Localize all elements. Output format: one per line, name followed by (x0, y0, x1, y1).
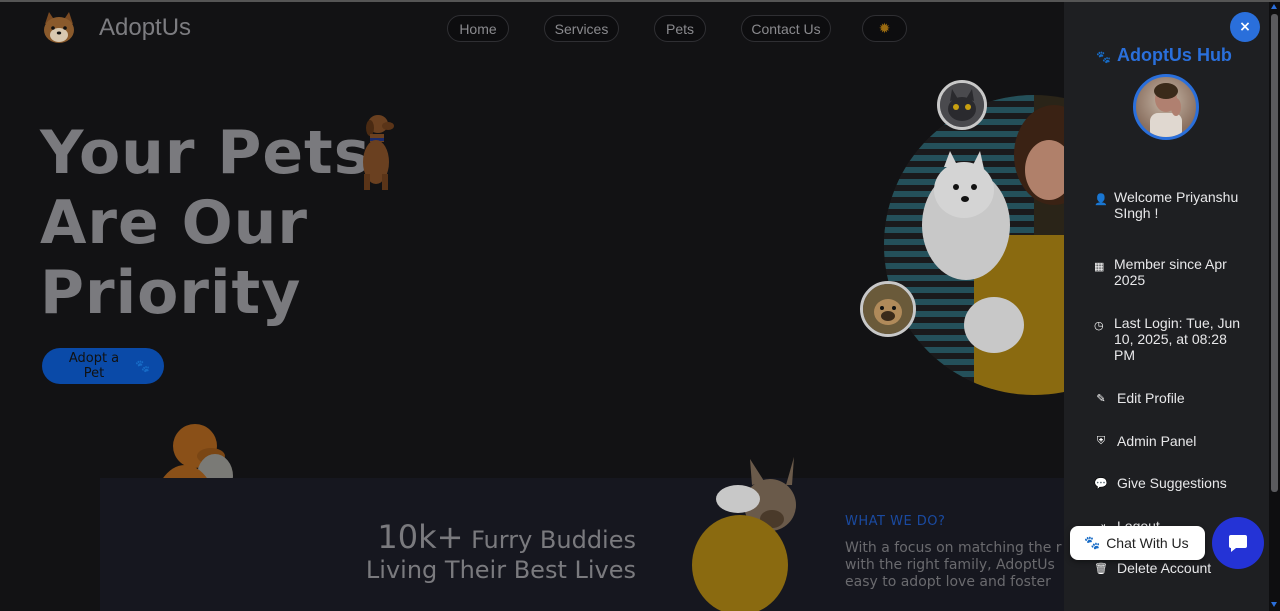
navbar: AdoptUs Home Services Pets Contact Us ✹ (0, 2, 1064, 54)
scrollbar[interactable] (1269, 2, 1280, 611)
brand-name[interactable]: AdoptUs (99, 14, 191, 42)
comment-icon: 💬 (1094, 477, 1108, 490)
about-line-1: With a focus on matching the r (845, 540, 1062, 556)
sidebar-title-text: AdoptUs Hub (1116, 45, 1232, 65)
nav-home[interactable]: Home (447, 15, 509, 42)
chat-open-button[interactable] (1212, 517, 1264, 569)
close-sidebar-button[interactable]: × (1230, 12, 1260, 42)
menu-admin-panel[interactable]: ⛨ Admin Panel (1094, 433, 1197, 449)
adopt-button-label: Adopt a Pet (68, 351, 120, 381)
adopt-a-pet-button[interactable]: Adopt a Pet 🐾 (42, 348, 164, 384)
chat-label: Chat With Us (1106, 535, 1189, 551)
user-shield-icon: ⛨ (1096, 434, 1106, 447)
theme-toggle[interactable]: ✹ (862, 15, 907, 42)
about-line-3: easy to adopt love and foster (845, 574, 1051, 590)
calendar-icon: ▦ (1094, 261, 1105, 273)
nav-services[interactable]: Services (544, 15, 619, 42)
stat-line-1: Furry Buddies (463, 526, 636, 554)
sun-icon: ✹ (878, 20, 891, 36)
puppy-image (363, 115, 394, 190)
last-login-text: Last Login: Tue, Jun 10, 2025, at 08:28 … (1114, 315, 1241, 363)
hero-title-line-1: Your Pets (40, 118, 371, 188)
hero-title-line-3: Priority (40, 258, 302, 328)
user-avatar[interactable] (1133, 74, 1199, 140)
what-we-do-heading: WHAT WE DO? (845, 514, 946, 529)
cat-thumbnail (937, 80, 987, 130)
about-line-2: with the right family, AdoptUs (845, 557, 1055, 573)
member-since-text: Member since Apr 2025 (1114, 256, 1227, 288)
hero-title-line-2: Are Our (40, 188, 308, 258)
hero-title: Your Pets Are Our Priority (40, 118, 370, 328)
menu-admin-panel-label: Admin Panel (1117, 433, 1197, 449)
paw-icon: 🐾 (1084, 535, 1101, 550)
menu-delete-account[interactable]: 🗑 Delete Account (1094, 560, 1211, 576)
clock-icon: ◷ (1094, 320, 1104, 332)
scroll-up-arrow-icon[interactable] (1271, 4, 1277, 9)
welcome-info: 👤 Welcome Priyanshu SIngh ! (1094, 189, 1244, 221)
menu-delete-account-label: Delete Account (1117, 560, 1212, 576)
scroll-down-arrow-icon[interactable] (1271, 602, 1277, 607)
nav-contact-us[interactable]: Contact Us (741, 15, 831, 42)
stats-text: 10k+ Furry Buddies Living Their Best Liv… (366, 518, 636, 584)
about-description: With a focus on matching the r with the … (845, 540, 1064, 591)
user-edit-icon: ✎ (1096, 392, 1106, 405)
sidebar-title: 🐾 AdoptUs Hub (1096, 45, 1232, 66)
paw-icon: 🐾 (135, 359, 150, 373)
paw-icon: 🐾 (1096, 50, 1111, 64)
chat-bubble-icon (1229, 535, 1247, 552)
pug-thumbnail (860, 281, 916, 337)
welcome-text: Welcome Priyanshu SIngh ! (1114, 189, 1239, 221)
menu-edit-profile-label: Edit Profile (1117, 390, 1185, 406)
trash-icon: 🗑 (1094, 562, 1108, 575)
user-icon: 👤 (1094, 194, 1108, 206)
stat-line-2: Living Their Best Lives (365, 556, 636, 584)
last-login-info: ◷ Last Login: Tue, Jun 10, 2025, at 08:2… (1094, 315, 1244, 363)
chat-with-us-button[interactable]: 🐾 Chat With Us (1070, 526, 1205, 560)
member-since-info: ▦ Member since Apr 2025 (1094, 256, 1244, 288)
menu-edit-profile[interactable]: ✎ Edit Profile (1094, 390, 1185, 406)
french-bulldog-image (692, 457, 796, 611)
stat-count: 10k+ (377, 518, 464, 556)
shiba-logo-icon[interactable] (40, 10, 78, 46)
menu-give-suggestions[interactable]: 💬 Give Suggestions (1094, 475, 1227, 491)
scrollbar-thumb[interactable] (1271, 14, 1278, 492)
nav-pets[interactable]: Pets (654, 15, 706, 42)
menu-give-suggestions-label: Give Suggestions (1117, 475, 1227, 491)
